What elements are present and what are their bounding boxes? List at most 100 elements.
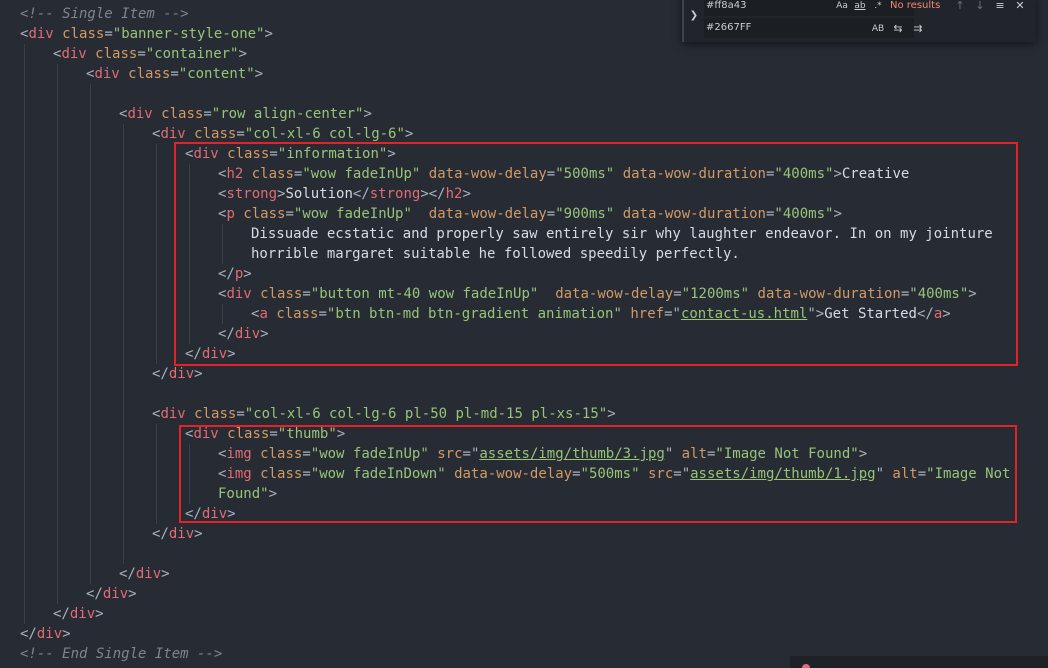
code-line[interactable]: [0, 544, 1048, 564]
code-line[interactable]: Found">: [0, 484, 1048, 504]
code-line[interactable]: <div class="information">: [0, 144, 1048, 164]
arrow-up-icon[interactable]: ↑: [952, 0, 968, 14]
code-line[interactable]: <div class="button mt-40 wow fadeInUp" d…: [0, 284, 1048, 304]
indent-guide: [90, 224, 91, 244]
regex-toggle[interactable]: .*: [870, 0, 886, 14]
code-token-attr: class: [260, 446, 303, 462]
code-line[interactable]: </div>: [0, 564, 1048, 584]
code-token-string: Found": [218, 486, 269, 502]
code-line[interactable]: <a class="btn btn-md btn-gradient animat…: [0, 304, 1048, 324]
replace-icon[interactable]: ⇆: [890, 21, 906, 37]
indent-guide: [24, 184, 25, 204]
code-line[interactable]: [0, 84, 1048, 104]
code-token-punct: </: [218, 326, 235, 342]
indent-guide: [57, 364, 58, 384]
indent-guide: [90, 384, 91, 404]
code-token-attr: data-wow-duration: [622, 166, 766, 182]
close-icon[interactable]: ✕: [1012, 0, 1028, 14]
indent-guide: [57, 104, 58, 124]
code-token-tag: strong: [226, 186, 278, 202]
code-line[interactable]: <div class="col-xl-6 col-lg-6 pl-50 pl-m…: [0, 404, 1048, 424]
code-line[interactable]: <strong>Solution</strong></h2>: [0, 184, 1048, 204]
indent-guide: [90, 424, 91, 444]
code-line[interactable]: </div>: [0, 604, 1048, 624]
code-line[interactable]: horrible margaret suitable he followed s…: [0, 244, 1048, 264]
find-status: No results: [890, 0, 941, 11]
code-line[interactable]: </div>: [0, 624, 1048, 644]
code-line[interactable]: <h2 class="wow fadeInUp" data-wow-delay=…: [0, 164, 1048, 184]
code-token-tag: p: [226, 206, 235, 222]
indent-guide: [24, 204, 25, 224]
code-line[interactable]: <div class="container">: [0, 44, 1048, 64]
code-token-punct: [429, 446, 437, 462]
indent-guide: [90, 544, 91, 564]
code-line[interactable]: </div>: [0, 584, 1048, 604]
code-token-punct: =: [917, 466, 927, 482]
code-line[interactable]: <div class="content">: [0, 64, 1048, 84]
code-token-punct: [420, 166, 428, 182]
code-token-string: "col-xl-6 col-lg-6 pl-50 pl-md-15 pl-xs-…: [244, 406, 608, 422]
find-in-selection-icon[interactable]: ≡: [992, 0, 1008, 14]
code-token-text: horrible margaret suitable he followed s…: [251, 246, 740, 262]
code-line[interactable]: </div>: [0, 524, 1048, 544]
code-token-punct: >: [404, 126, 414, 142]
code-line[interactable]: </div>: [0, 364, 1048, 384]
code-line[interactable]: <div class="col-xl-6 col-lg-6">: [0, 124, 1048, 144]
replace-all-icon[interactable]: ⇉: [910, 21, 926, 37]
chevron-down-icon[interactable]: ❯: [688, 8, 700, 24]
code-token-punct: </: [185, 506, 202, 522]
code-lines[interactable]: <!-- Single Item --> <div class="banner-s…: [0, 4, 1048, 664]
indent-guide: [222, 224, 223, 244]
code-token-tag: h2: [226, 166, 244, 182]
code-token-attr: class: [128, 66, 171, 82]
arrow-down-icon[interactable]: ↓: [972, 0, 988, 14]
indent-guide: [24, 484, 25, 504]
indent-guide: [24, 364, 25, 384]
code-token-attr: class: [227, 146, 270, 162]
indent-guide: [156, 184, 157, 204]
indent-guide: [24, 524, 25, 544]
code-token-attr: src: [647, 466, 674, 482]
code-token-link: assets/img/thumb/1.jpg: [690, 466, 876, 482]
code-line[interactable]: <img class="wow fadeInUp" src="assets/im…: [0, 444, 1048, 464]
indent-guide: [123, 364, 124, 384]
indent-guide: [90, 264, 91, 284]
indent-guide: [24, 344, 25, 364]
code-token-tag: div: [201, 346, 228, 362]
code-line[interactable]: </div>: [0, 324, 1048, 344]
code-token-string: "wow fadeInUp": [310, 446, 429, 462]
notification-icon: [802, 664, 810, 668]
indent-guide: [123, 524, 124, 544]
indent-guide: [123, 424, 124, 444]
indent-guide: [24, 104, 25, 124]
code-token-punct: >: [227, 506, 236, 522]
code-token-punct: =: [236, 126, 245, 142]
indent-guide: [57, 444, 58, 464]
indent-guide: [90, 524, 91, 544]
code-token-tag: a: [259, 306, 268, 322]
indent-guide: [90, 344, 91, 364]
match-case-toggle[interactable]: Aa: [834, 0, 850, 14]
code-line[interactable]: [0, 384, 1048, 404]
code-line[interactable]: <p class="wow fadeInUp" data-wow-delay="…: [0, 204, 1048, 224]
code-line[interactable]: <img class="wow fadeInDown" data-wow-del…: [0, 464, 1048, 484]
indent-guide: [24, 64, 25, 84]
code-line[interactable]: Dissuade ecstatic and properly saw entir…: [0, 224, 1048, 244]
code-line[interactable]: </p>: [0, 264, 1048, 284]
code-line[interactable]: </div>: [0, 504, 1048, 524]
code-line[interactable]: </div>: [0, 344, 1048, 364]
whole-word-toggle[interactable]: ab: [852, 0, 868, 14]
indent-guide: [57, 524, 58, 544]
code-token-string: "1200ms": [681, 286, 750, 302]
indent-guide: [90, 364, 91, 384]
indent-guide: [123, 324, 124, 344]
code-line[interactable]: <div class="row align-center">: [0, 104, 1048, 124]
code-line[interactable]: <div class="thumb">: [0, 424, 1048, 444]
code-token-string: "wow fadeInUp": [293, 206, 412, 222]
preserve-case-toggle[interactable]: AB: [870, 21, 886, 37]
code-editor[interactable]: <!-- Single Item --> <div class="banner-s…: [0, 0, 1048, 668]
code-token-punct: [54, 26, 62, 42]
indent-guide: [156, 264, 157, 284]
code-token-attr: class: [260, 286, 303, 302]
indent-guide: [24, 404, 25, 424]
